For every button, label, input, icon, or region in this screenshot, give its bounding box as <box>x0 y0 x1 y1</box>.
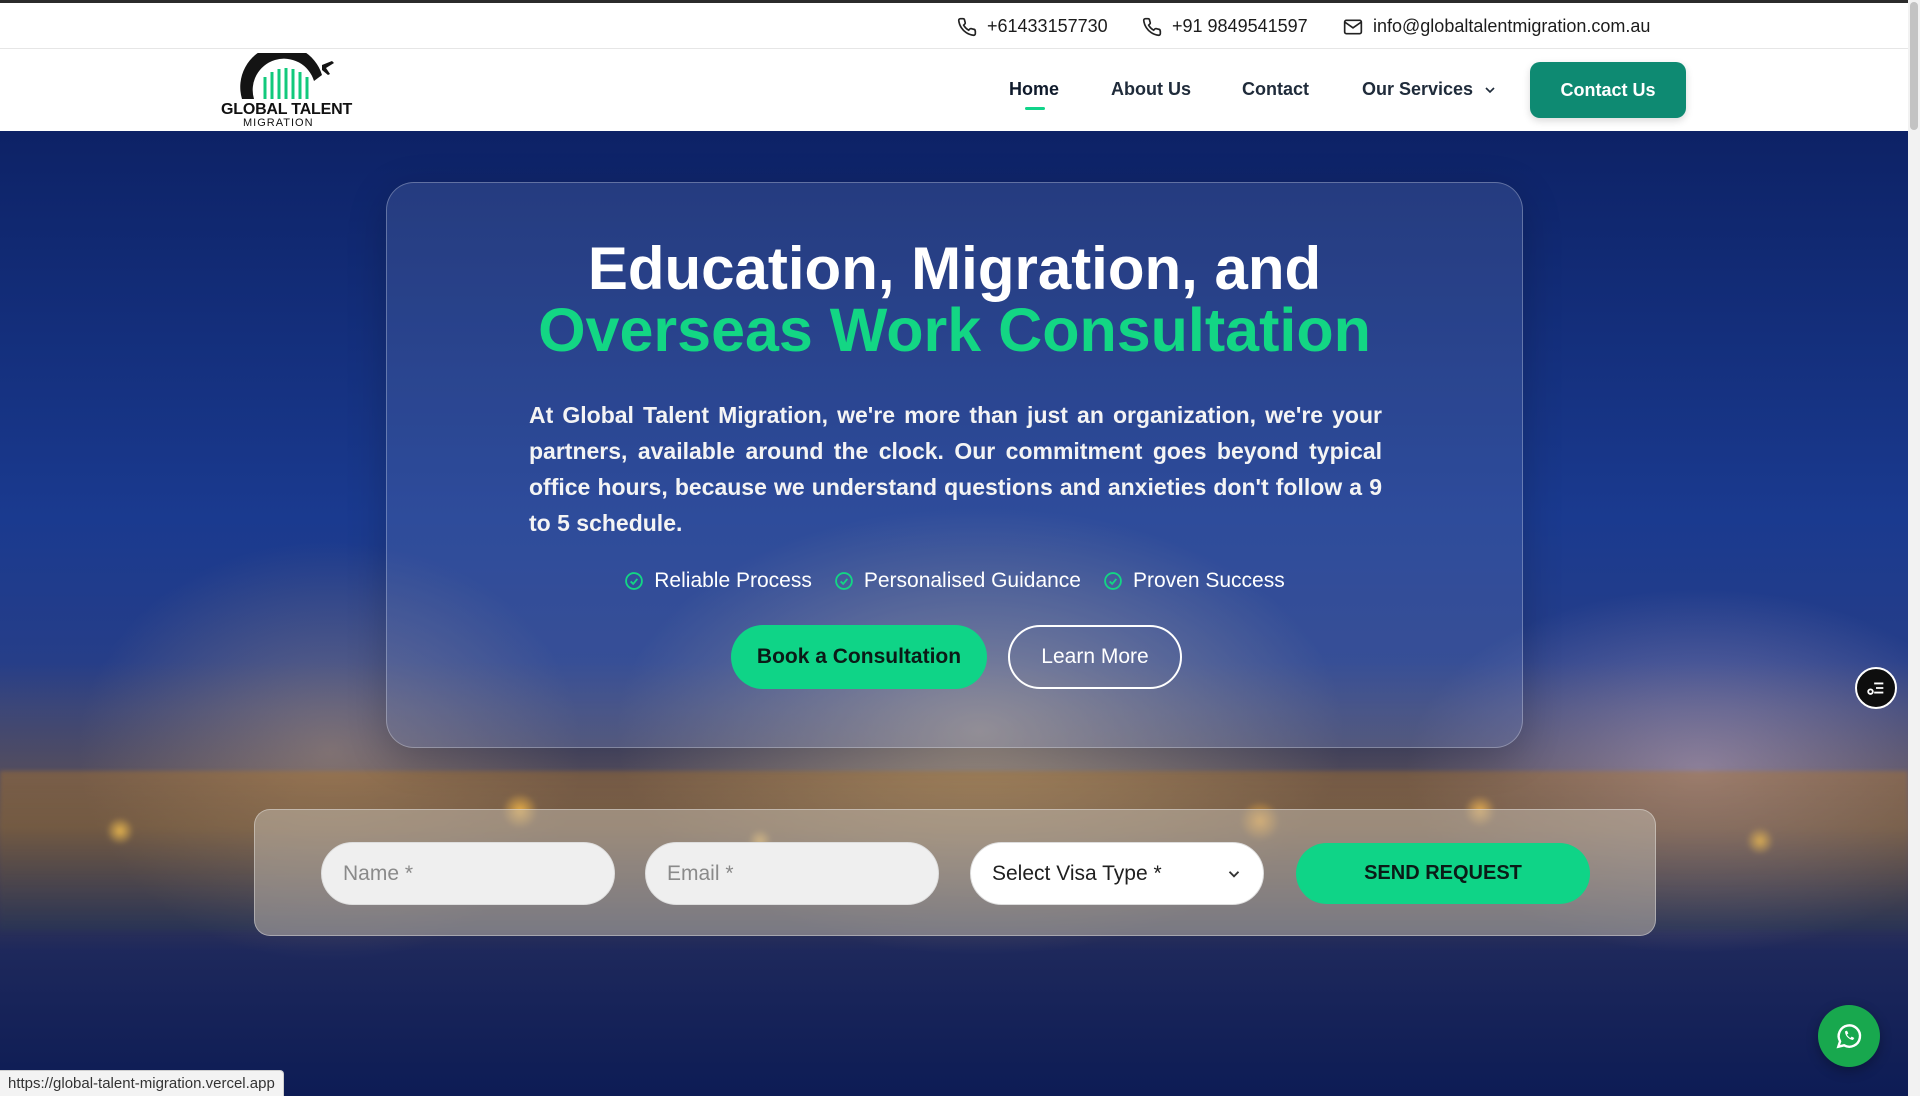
feature-proven-success: Proven Success <box>1103 569 1285 593</box>
request-form: Name * Email * Select Visa Type * SEND R… <box>254 809 1656 936</box>
name-placeholder: Name * <box>343 861 414 885</box>
site-logo[interactable]: GLOBAL TALENT MIGRATION <box>218 53 352 129</box>
feature-label: Proven Success <box>1132 569 1285 592</box>
visa-type-value: Select Visa Type * <box>992 861 1162 885</box>
email-address: info@globaltalentmigration.com.au <box>1373 16 1651 36</box>
feature-label: Personalised Guidance <box>863 569 1081 592</box>
check-circle-icon <box>1104 572 1122 590</box>
visa-type-select[interactable]: Select Visa Type * <box>970 842 1264 905</box>
page-scrollbar-thumb[interactable] <box>1910 2 1918 130</box>
check-circle-icon <box>625 572 644 590</box>
email-placeholder: Email * <box>667 861 734 885</box>
floating-menu-button[interactable] <box>1855 667 1897 709</box>
phone-icon <box>957 17 977 36</box>
phone-link-2[interactable]: +91 9849541597 <box>1142 16 1308 37</box>
nav-home[interactable]: Home <box>1009 79 1059 110</box>
phone-number-2: +91 9849541597 <box>1172 16 1308 36</box>
feature-reliable-process: Reliable Process <box>624 569 812 593</box>
hero-description: At Global Talent Migration, we're more t… <box>529 402 1382 536</box>
whatsapp-icon <box>1836 1024 1862 1049</box>
status-bar-url: https://global-talent-migration.vercel.a… <box>0 1070 284 1096</box>
mail-icon <box>1343 19 1363 34</box>
learn-more-button[interactable]: Learn More <box>1008 625 1182 689</box>
page-scrollbar-track[interactable] <box>1908 0 1920 1096</box>
feature-label: Reliable Process <box>654 569 812 592</box>
email-link[interactable]: info@globaltalentmigration.com.au <box>1343 16 1650 37</box>
hero-card: Education, Migration, and Overseas Work … <box>386 182 1523 748</box>
phone-link-1[interactable]: +61433157730 <box>957 16 1108 37</box>
feature-personalised-guidance: Personalised Guidance <box>834 569 1081 593</box>
chevron-down-icon <box>1485 87 1495 94</box>
check-circle-icon <box>835 572 853 590</box>
hero-title-line1: Education, Migration, and <box>587 235 1322 302</box>
hero-features: Reliable Process Personalised Guidance P… <box>387 569 1522 593</box>
nav-about-us[interactable]: About Us <box>1111 79 1191 100</box>
hero-title-line2: Overseas Work Consultation <box>538 296 1371 364</box>
contact-us-button[interactable]: Contact Us <box>1530 62 1686 118</box>
nav-our-services-label: Our Services <box>1362 79 1474 99</box>
chevron-down-icon <box>1228 871 1240 878</box>
phone-icon <box>1142 17 1162 36</box>
nav-contact[interactable]: Contact <box>1242 79 1309 100</box>
phone-number-1: +61433157730 <box>987 16 1108 36</box>
logo-arch-icon <box>240 53 334 99</box>
email-input[interactable]: Email * <box>645 842 939 905</box>
top-contact-bar: +61433157730 +91 9849541597 info@globalt… <box>0 0 1908 49</box>
book-consultation-button[interactable]: Book a Consultation <box>731 625 987 689</box>
main-nav: GLOBAL TALENT MIGRATION Home About Us Co… <box>0 49 1908 131</box>
name-input[interactable]: Name * <box>321 842 615 905</box>
nav-our-services[interactable]: Our Services <box>1362 79 1498 100</box>
whatsapp-button[interactable] <box>1818 1005 1880 1067</box>
filter-menu-icon <box>1867 682 1884 695</box>
logo-sub-text: MIGRATION <box>243 117 314 129</box>
send-request-button[interactable]: SEND REQUEST <box>1296 843 1590 904</box>
